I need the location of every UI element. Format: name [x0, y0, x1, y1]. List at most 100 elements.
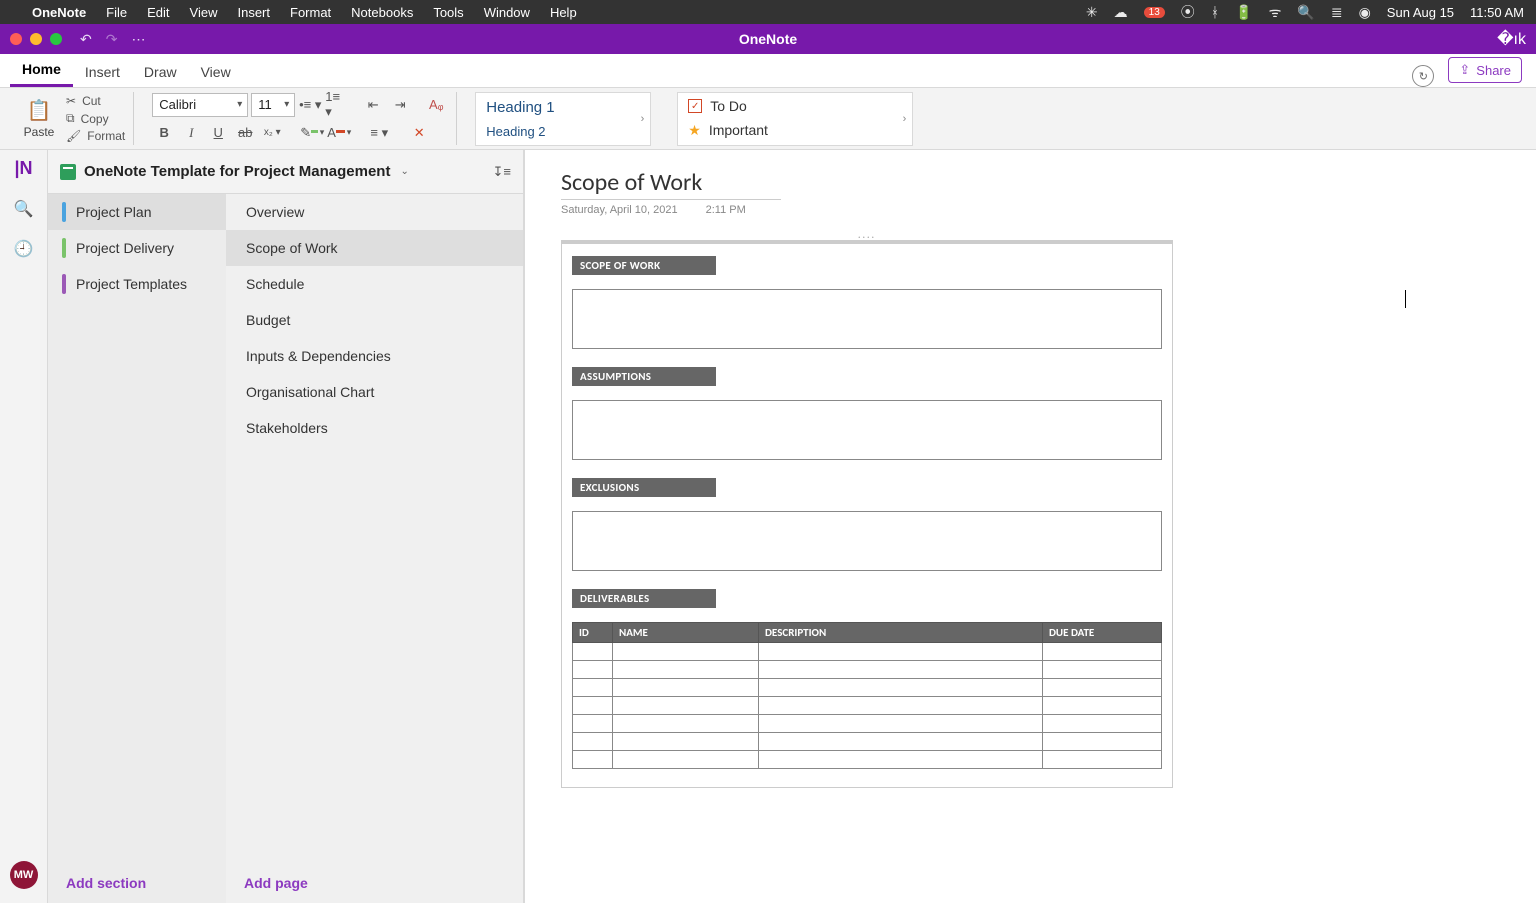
minimize-window-button[interactable] [30, 33, 42, 45]
table-row[interactable] [573, 643, 1162, 661]
section-item[interactable]: Project Delivery [48, 230, 226, 266]
wifi-icon[interactable]: ᯤ [1269, 3, 1282, 22]
table-cell[interactable] [573, 715, 613, 733]
note-container[interactable]: SCOPE OF WORK ASSUMPTIONS EXCLUSIONS DEL… [561, 240, 1173, 788]
table-cell[interactable] [759, 751, 1043, 769]
page-item[interactable]: Stakeholders [226, 410, 523, 446]
table-cell[interactable] [1043, 643, 1162, 661]
menu-view[interactable]: View [190, 5, 218, 20]
share-button[interactable]: ⇪ Share [1448, 57, 1522, 83]
bold-button[interactable]: B [152, 121, 176, 145]
add-page-button[interactable]: Add page [226, 863, 523, 903]
table-cell[interactable] [1043, 697, 1162, 715]
indent-button[interactable]: ⇥ [388, 93, 412, 117]
subscript-button[interactable]: x₂ ▾ [260, 121, 284, 145]
search-icon[interactable]: 🔍 [14, 199, 34, 219]
user-avatar[interactable]: MW [10, 861, 38, 889]
menu-format[interactable]: Format [290, 5, 331, 20]
styles-gallery[interactable]: Heading 1 Heading 2 › [475, 92, 651, 146]
zoom-window-button[interactable] [50, 33, 62, 45]
page-item[interactable]: Inputs & Dependencies [226, 338, 523, 374]
sync-status-icon[interactable]: ↻ [1412, 65, 1434, 87]
redo-button[interactable]: ↷ [106, 31, 118, 48]
tab-home[interactable]: Home [10, 53, 73, 87]
table-row[interactable] [573, 679, 1162, 697]
tab-insert[interactable]: Insert [73, 56, 132, 87]
more-qat-button[interactable]: ⋯ [131, 31, 145, 48]
status-cloud-icon[interactable]: ☁ [1114, 4, 1128, 21]
table-cell[interactable] [573, 733, 613, 751]
control-center-icon[interactable]: ≣ [1331, 4, 1343, 21]
outdent-button[interactable]: ⇤ [361, 93, 385, 117]
table-cell[interactable] [1043, 733, 1162, 751]
table-row[interactable] [573, 733, 1162, 751]
section-item[interactable]: Project Plan [48, 194, 226, 230]
copy-button[interactable]: ⧉Copy [66, 111, 125, 126]
tab-view[interactable]: View [189, 56, 243, 87]
recent-icon[interactable]: 🕘 [14, 239, 34, 259]
table-cell[interactable] [573, 661, 613, 679]
table-cell[interactable] [759, 715, 1043, 733]
page-item[interactable]: Schedule [226, 266, 523, 302]
paste-button[interactable]: 📋 Paste [18, 98, 60, 139]
font-family-select[interactable]: Calibri [152, 93, 248, 117]
menu-window[interactable]: Window [484, 5, 530, 20]
format-painter-button[interactable]: 🖌Format [66, 129, 125, 143]
undo-button[interactable]: ↶ [80, 31, 92, 48]
table-cell[interactable] [613, 661, 759, 679]
italic-button[interactable]: I [179, 121, 203, 145]
page-title[interactable]: Scope of Work [561, 168, 781, 200]
menubar-time[interactable]: 11:50 AM [1470, 5, 1524, 20]
bullets-button[interactable]: •≡ ▾ [298, 93, 322, 117]
bluetooth-icon[interactable]: ᚼ [1211, 4, 1219, 20]
table-cell[interactable] [759, 733, 1043, 751]
table-row[interactable] [573, 715, 1162, 733]
notebook-header[interactable]: OneNote Template for Project Management … [48, 150, 523, 194]
table-cell[interactable] [613, 697, 759, 715]
scope-text-box[interactable] [572, 289, 1162, 349]
table-cell[interactable] [759, 661, 1043, 679]
menu-edit[interactable]: Edit [147, 5, 169, 20]
page-item[interactable]: Overview [226, 194, 523, 230]
font-color-button[interactable]: A▾ [327, 121, 351, 145]
presence-icon[interactable]: �ık [1497, 29, 1526, 49]
sort-pages-button[interactable]: ↧≡ [493, 164, 511, 180]
menu-notebooks[interactable]: Notebooks [351, 5, 413, 20]
numbering-button[interactable]: 1≡ ▾ [325, 93, 349, 117]
menu-tools[interactable]: Tools [433, 5, 463, 20]
table-cell[interactable] [759, 697, 1043, 715]
strikethrough-button[interactable]: ab [233, 121, 257, 145]
table-cell[interactable] [573, 679, 613, 697]
style-heading2[interactable]: Heading 2 [486, 124, 632, 139]
page-item[interactable]: Organisational Chart [226, 374, 523, 410]
deliverables-table[interactable]: IDNAMEDESCRIPTIONDUE DATE [572, 622, 1162, 769]
section-item[interactable]: Project Templates [48, 266, 226, 302]
menubar-date[interactable]: Sun Aug 15 [1387, 5, 1454, 20]
table-cell[interactable] [759, 679, 1043, 697]
status-record-icon[interactable]: ⦿ [1181, 2, 1195, 22]
highlight-button[interactable]: ✎▾ [300, 121, 324, 145]
menu-insert[interactable]: Insert [237, 5, 270, 20]
font-size-select[interactable]: 11 [251, 93, 295, 117]
page-canvas[interactable]: Scope of Work Saturday, April 10, 2021 2… [524, 150, 1536, 903]
clear-formatting-button[interactable]: Aᵩ [424, 93, 448, 117]
tag-todo[interactable]: ✓ To Do [688, 98, 894, 114]
tags-gallery[interactable]: ✓ To Do ★ Important › [677, 92, 913, 146]
table-cell[interactable] [1043, 679, 1162, 697]
table-cell[interactable] [613, 751, 759, 769]
table-cell[interactable] [613, 733, 759, 751]
table-cell[interactable] [1043, 715, 1162, 733]
delete-button[interactable]: ✕ [407, 121, 431, 145]
status-notification-badge[interactable]: 13 [1144, 7, 1165, 18]
table-cell[interactable] [573, 751, 613, 769]
table-cell[interactable] [1043, 661, 1162, 679]
siri-icon[interactable]: ◉ [1359, 4, 1371, 21]
tag-important[interactable]: ★ Important [688, 122, 894, 139]
align-button[interactable]: ≡ ▾ [367, 121, 391, 145]
spotlight-icon[interactable]: 🔍 [1297, 4, 1314, 21]
table-row[interactable] [573, 751, 1162, 769]
table-cell[interactable] [613, 643, 759, 661]
app-menu[interactable]: OneNote [32, 5, 86, 20]
tab-draw[interactable]: Draw [132, 56, 189, 87]
close-window-button[interactable] [10, 33, 22, 45]
